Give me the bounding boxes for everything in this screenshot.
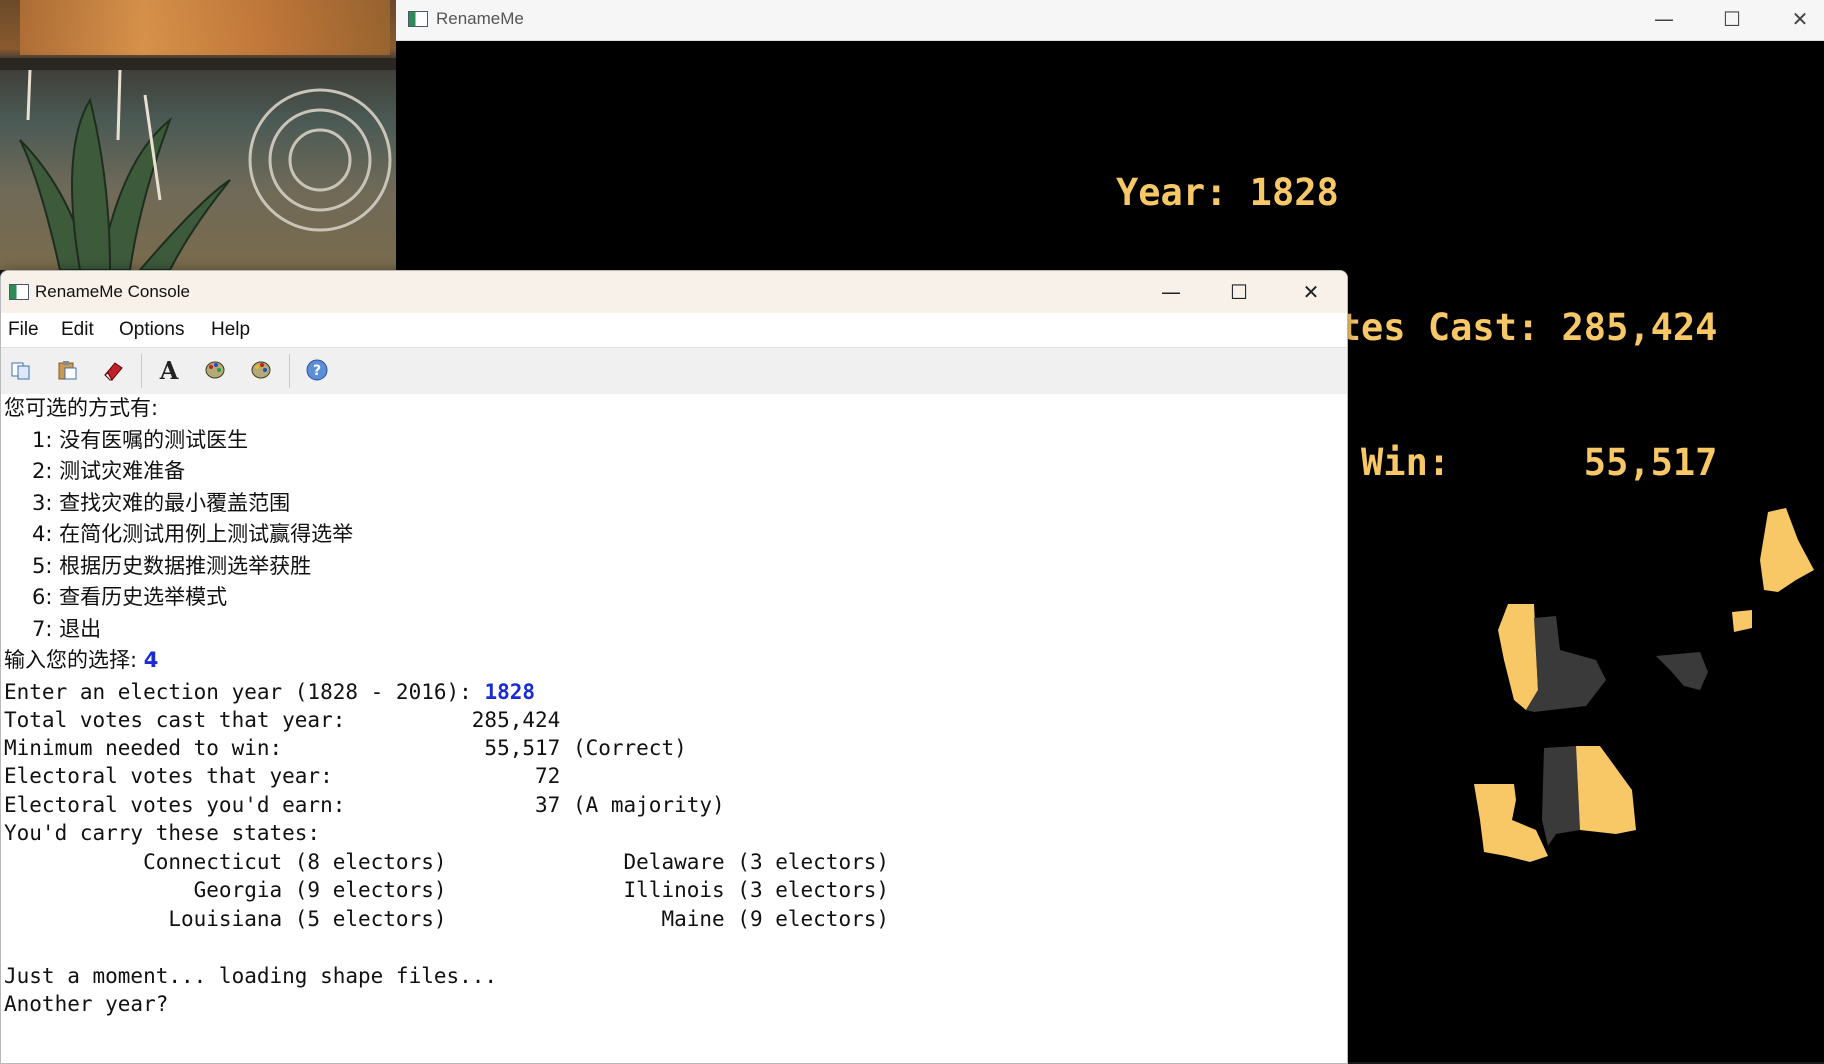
console-output[interactable]: 您可选的方式有: 1: 没有医嘱的测试医生 2: 测试灾难准备 3: 查找灾难的…: [1, 394, 1347, 1063]
year-prompt: Enter an election year (1828 - 2016):: [4, 680, 472, 704]
states-row: Connecticut (8 electors) Delaware (3 ele…: [4, 850, 890, 874]
states-map: [1474, 508, 1814, 862]
min-needed-line: Minimum needed to win: 55,517 (Correct): [4, 736, 687, 760]
maryland-shape: [1656, 652, 1708, 690]
year-value: 1828: [1249, 171, 1339, 214]
toolbar-separator: [141, 354, 142, 388]
earned-votes-line: Electoral votes you'd earn: 37 (A majori…: [4, 793, 725, 817]
option-7: 7: 退出: [32, 617, 102, 641]
choice-prompt: 输入您的选择:: [4, 648, 138, 672]
app-icon: [408, 11, 428, 27]
option-2: 2: 测试灾难准备: [32, 459, 186, 483]
menu-help[interactable]: Help: [211, 313, 250, 347]
min-value: 55,517: [1583, 441, 1718, 484]
year-label: Year:: [1116, 171, 1228, 214]
menu-options[interactable]: Options: [119, 313, 184, 347]
choice-line: 输入您的选择: 4: [4, 646, 158, 674]
console-app-icon: [9, 284, 29, 300]
electoral-votes-line: Electoral votes that year: 72: [4, 764, 561, 788]
another-year-prompt: Another year?: [4, 992, 169, 1016]
desktop-wallpaper: [0, 0, 396, 270]
eraser-icon[interactable]: [99, 356, 127, 384]
paste-icon[interactable]: [53, 356, 81, 384]
option-3: 3: 查找灾难的最小覆盖范围: [32, 491, 291, 515]
menu-file[interactable]: File: [8, 313, 39, 347]
menu-edit[interactable]: Edit: [61, 313, 94, 347]
close-icon[interactable]: ✕: [1766, 0, 1824, 38]
loading-line: Just a moment... loading shape files...: [4, 964, 498, 988]
total-votes-line: Total votes cast that year: 285,424: [4, 708, 561, 732]
option-4: 4: 在简化测试用例上测试赢得选举: [32, 522, 354, 546]
copy-icon[interactable]: [7, 356, 35, 384]
states-row: Louisiana (5 electors) Maine (9 electors…: [4, 907, 890, 931]
palette-icon[interactable]: [201, 356, 229, 384]
votes-value: 285,424: [1561, 306, 1718, 349]
toolbar: A ?: [1, 347, 1347, 395]
year-input: 1828: [484, 680, 536, 704]
font-icon[interactable]: A: [155, 356, 183, 385]
maximize-icon[interactable]: ☐: [1698, 0, 1766, 38]
menu-bar: File Edit Options Help: [1, 313, 1347, 347]
illinois-shape: [1498, 604, 1538, 710]
menu-header: 您可选的方式有:: [4, 396, 159, 420]
console-close-icon[interactable]: ✕: [1277, 271, 1345, 313]
help-icon[interactable]: ?: [303, 356, 331, 384]
indiana-kentucky-shape: [1526, 616, 1606, 712]
option-5: 5: 根据历史数据推测选举获胜: [32, 554, 312, 578]
carry-states-line: You'd carry these states:: [4, 821, 321, 845]
alabama-shape: [1542, 746, 1580, 846]
console-window-title: RenameMe Console: [35, 282, 190, 301]
palette-alt-icon[interactable]: [247, 356, 275, 384]
graphics-titlebar[interactable]: RenameMe — ☐ ✕: [396, 0, 1824, 41]
delaware-shape: [1732, 610, 1752, 632]
choice-input: 4: [143, 648, 159, 672]
console-window: RenameMe Console — ☐ ✕ File Edit Options…: [0, 270, 1348, 1064]
option-1: 1: 没有医嘱的测试医生: [32, 428, 249, 452]
maine-shape: [1760, 508, 1814, 592]
svg-text:?: ?: [313, 363, 321, 379]
option-6: 6: 查看历史选举模式: [32, 585, 228, 609]
console-titlebar[interactable]: RenameMe Console — ☐ ✕: [1, 271, 1347, 313]
louisiana-shape: [1474, 784, 1548, 862]
console-maximize-icon[interactable]: ☐: [1205, 271, 1273, 313]
console-minimize-icon[interactable]: —: [1137, 271, 1205, 313]
wallpaper-plant-art: [19, 69, 392, 270]
georgia-shape: [1576, 746, 1636, 834]
toolbar-separator: [289, 354, 290, 388]
graphics-window-title: RenameMe: [436, 9, 524, 28]
year-line: Enter an election year (1828 - 2016): 18…: [4, 678, 535, 706]
states-row: Georgia (9 electors) Illinois (3 elector…: [4, 878, 890, 902]
minimize-icon[interactable]: —: [1630, 0, 1698, 38]
